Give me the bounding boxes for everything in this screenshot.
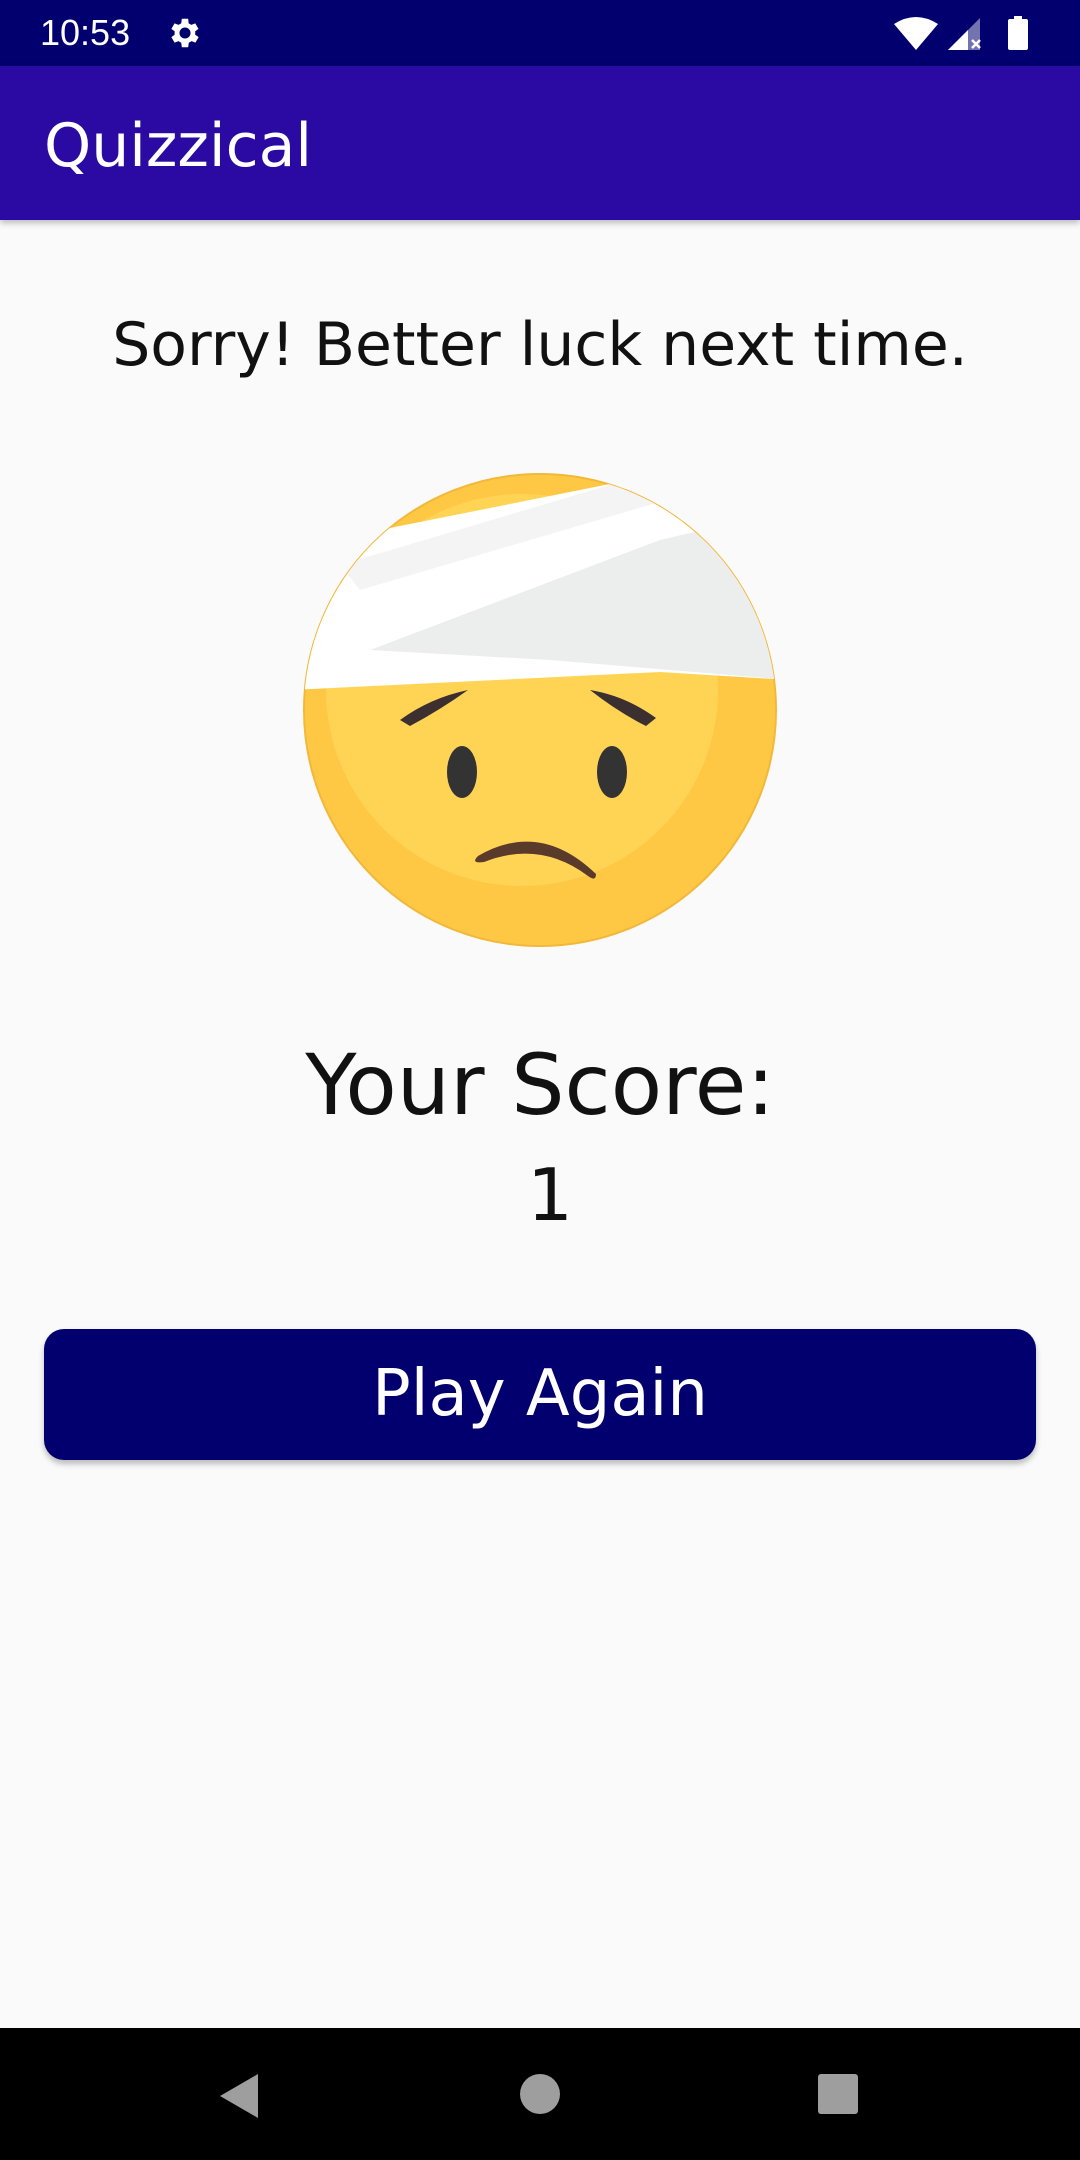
navigation-bar bbox=[0, 2028, 1080, 2160]
play-again-button[interactable]: Play Again bbox=[44, 1329, 1036, 1460]
status-icons bbox=[894, 16, 1028, 50]
battery-icon bbox=[1008, 16, 1028, 50]
score-value: 1 bbox=[527, 1153, 573, 1237]
status-bar: 10:53 bbox=[0, 0, 1080, 66]
app-title: Quizzical bbox=[44, 111, 313, 181]
home-icon[interactable] bbox=[520, 2074, 560, 2114]
status-time: 10:53 bbox=[40, 12, 131, 53]
signal-icon bbox=[948, 18, 981, 50]
recents-icon[interactable] bbox=[818, 2074, 858, 2114]
back-icon[interactable] bbox=[218, 2072, 262, 2120]
score-label: Your Score: bbox=[305, 1036, 775, 1134]
gear-icon bbox=[171, 18, 199, 48]
app-bar: Quizzical bbox=[0, 66, 1080, 220]
result-message: Sorry! Better luck next time. bbox=[112, 310, 968, 380]
wifi-icon bbox=[894, 17, 938, 50]
quiz-result-screen: 10:53 Quizzical Sorry! Better luck next … bbox=[0, 0, 1080, 2160]
face-with-head-bandage-icon bbox=[303, 473, 777, 947]
